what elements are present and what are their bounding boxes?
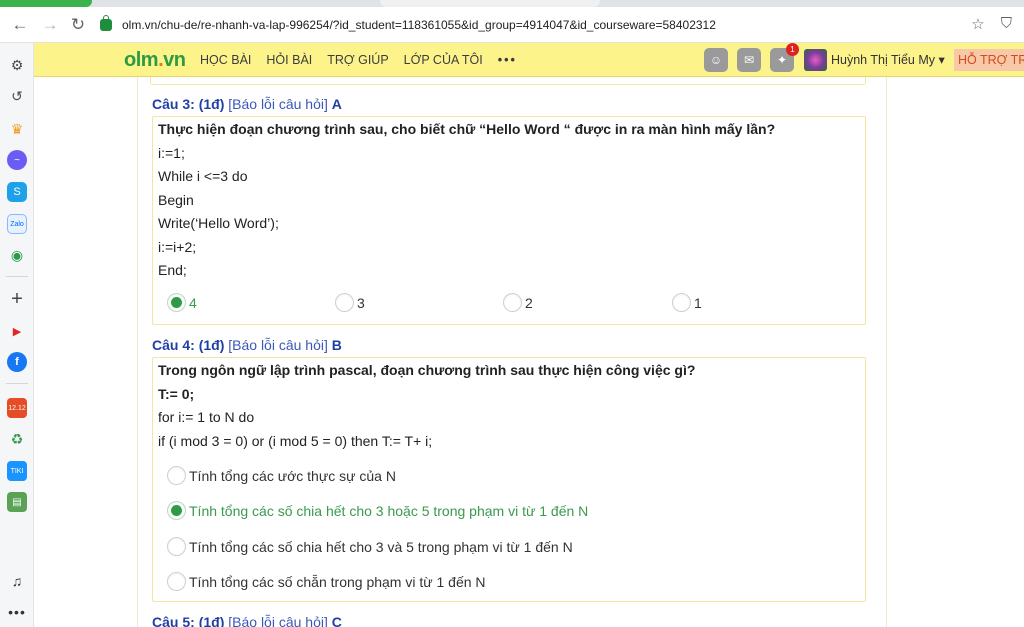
url-text: olm.vn/chu-de/re-nhanh-va-lap-996254/?id…: [122, 18, 716, 32]
code-line: Begin: [158, 192, 194, 208]
code-line: Write(‘Hello Word’);: [158, 215, 279, 231]
messenger-icon[interactable]: ~: [7, 150, 27, 170]
arrow-right-icon[interactable]: →: [38, 13, 62, 37]
support-button[interactable]: HỖ TRỢ TR: [954, 49, 1024, 71]
menu-hoc-bai[interactable]: HỌC BÀI: [200, 53, 251, 67]
avatar[interactable]: [804, 49, 827, 71]
youtube-icon[interactable]: ▶: [7, 321, 27, 341]
address-bar[interactable]: olm.vn/chu-de/re-nhanh-va-lap-996254/?id…: [100, 12, 1020, 38]
option-a[interactable]: Tính tổng các ước thực sự của N: [167, 466, 396, 485]
star-icon[interactable]: ☆: [971, 15, 984, 33]
history-icon[interactable]: ↺: [7, 86, 27, 106]
question-5-title: Câu 5: (1đ) [Báo lỗi câu hỏi] C: [152, 614, 342, 627]
report-error-link[interactable]: [Báo lỗi câu hỏi]: [228, 96, 328, 112]
option-b[interactable]: 3: [335, 293, 365, 312]
shop-icon[interactable]: 12.12: [7, 398, 27, 418]
browser-toolbar: ← → ↻ olm.vn/chu-de/re-nhanh-va-lap-9962…: [0, 7, 1024, 43]
menu-hoi-bai[interactable]: HỎI BÀI: [266, 53, 312, 67]
option-c[interactable]: Tính tổng các số chia hết cho 3 và 5 tro…: [167, 537, 573, 556]
reload-icon[interactable]: ↻: [66, 13, 90, 37]
lock-icon: [100, 15, 112, 31]
skype-icon[interactable]: S: [7, 182, 27, 202]
question-4-title: Câu 4: (1đ) [Báo lỗi câu hỏi] B: [152, 337, 342, 353]
code-line: i:=1;: [158, 145, 185, 161]
leaf-icon[interactable]: ♻: [7, 429, 27, 449]
zalo-icon[interactable]: Zalo: [7, 214, 27, 234]
tiki-icon[interactable]: TIKI: [7, 461, 27, 481]
site-header: olm.vn HỌC BÀI HỎI BÀI TRỢ GIÚP LỚP CỦA …: [34, 43, 1024, 77]
code-line: for i:= 1 to N do: [158, 409, 255, 425]
radio[interactable]: [335, 293, 354, 312]
more-icon[interactable]: •••: [7, 602, 27, 622]
option-d[interactable]: Tính tổng các số chẵn trong phạm vi từ 1…: [167, 572, 486, 591]
radio[interactable]: [503, 293, 522, 312]
code-line: T:= 0;: [158, 386, 195, 402]
menu-tro-giup[interactable]: TRỢ GIÚP: [327, 53, 388, 67]
username-dropdown[interactable]: Huỳnh Thị Tiểu My ▾: [831, 52, 945, 67]
report-error-link[interactable]: [Báo lỗi câu hỏi]: [228, 337, 328, 353]
facebook-icon[interactable]: f: [7, 352, 27, 372]
notification-icon[interactable]: ✦ 1: [770, 43, 799, 72]
radio-selected[interactable]: [167, 501, 186, 520]
radio[interactable]: [167, 537, 186, 556]
browser-tab-strip: [0, 0, 1024, 7]
code-line: End;: [158, 262, 187, 278]
option-d[interactable]: 1: [672, 293, 702, 312]
browser-sidebar: ⚙ ↺ ♛ ~ S Zalo ◉ + ▶ f 12.12 ♻ TIKI ▤ ♫ …: [0, 43, 34, 627]
gear-icon[interactable]: ⚙: [7, 55, 27, 75]
screen: ← → ↻ olm.vn/chu-de/re-nhanh-va-lap-9962…: [0, 0, 1024, 627]
option-c[interactable]: 2: [503, 293, 533, 312]
sheet-icon[interactable]: ▤: [7, 492, 27, 512]
question-3-box: Thực hiện đoạn chương trình sau, cho biế…: [152, 116, 866, 325]
inactive-tab[interactable]: [380, 0, 600, 7]
olm-logo[interactable]: olm.vn: [124, 49, 186, 72]
question-4-text: Trong ngôn ngữ lập trình pascal, đoạn ch…: [158, 362, 696, 378]
question-3-text: Thực hiện đoạn chương trình sau, cho biế…: [158, 121, 776, 137]
correct-answer-label: A: [331, 96, 342, 112]
shield-icon[interactable]: ⛉: [1001, 15, 1012, 33]
radio[interactable]: [167, 466, 186, 485]
option-b[interactable]: Tính tổng các số chia hết cho 3 hoặc 5 t…: [167, 501, 588, 520]
code-line: While i <=3 do: [158, 168, 248, 184]
report-error-link[interactable]: [Báo lỗi câu hỏi]: [228, 614, 328, 627]
code-line: i:=i+2;: [158, 239, 197, 255]
correct-answer-label: B: [331, 337, 342, 353]
add-icon[interactable]: +: [7, 288, 27, 310]
option-a[interactable]: 4: [167, 293, 197, 312]
radio[interactable]: [167, 572, 186, 591]
chat-icon[interactable]: ✉: [737, 48, 761, 72]
quiz-content: Câu 3: (1đ) [Báo lỗi câu hỏi] A Thực hiệ…: [137, 77, 887, 627]
radio[interactable]: [672, 293, 691, 312]
arrow-left-icon[interactable]: ←: [8, 13, 32, 37]
question-4-box: Trong ngôn ngữ lập trình pascal, đoạn ch…: [152, 357, 866, 602]
active-tab[interactable]: [0, 0, 92, 7]
question-3-title: Câu 3: (1đ) [Báo lỗi câu hỏi] A: [152, 96, 342, 112]
notification-badge: 1: [786, 43, 799, 56]
crown-icon[interactable]: ♛: [7, 119, 27, 139]
main-menu: HỌC BÀI HỎI BÀI TRỢ GIÚP LỚP CỦA TÔI •••: [200, 53, 517, 67]
radio-selected[interactable]: [167, 293, 186, 312]
menu-lop-cua-toi[interactable]: LỚP CỦA TÔI: [404, 53, 483, 67]
bell-icon[interactable]: ♫: [7, 571, 27, 591]
menu-more[interactable]: •••: [498, 53, 517, 67]
code-line: if (i mod 3 = 0) or (i mod 5 = 0) then T…: [158, 433, 433, 449]
gamepad-icon[interactable]: ◉: [7, 245, 27, 265]
previous-question-box: [150, 77, 866, 85]
user-icon[interactable]: ☺: [704, 48, 728, 72]
correct-answer-label: C: [331, 614, 342, 627]
